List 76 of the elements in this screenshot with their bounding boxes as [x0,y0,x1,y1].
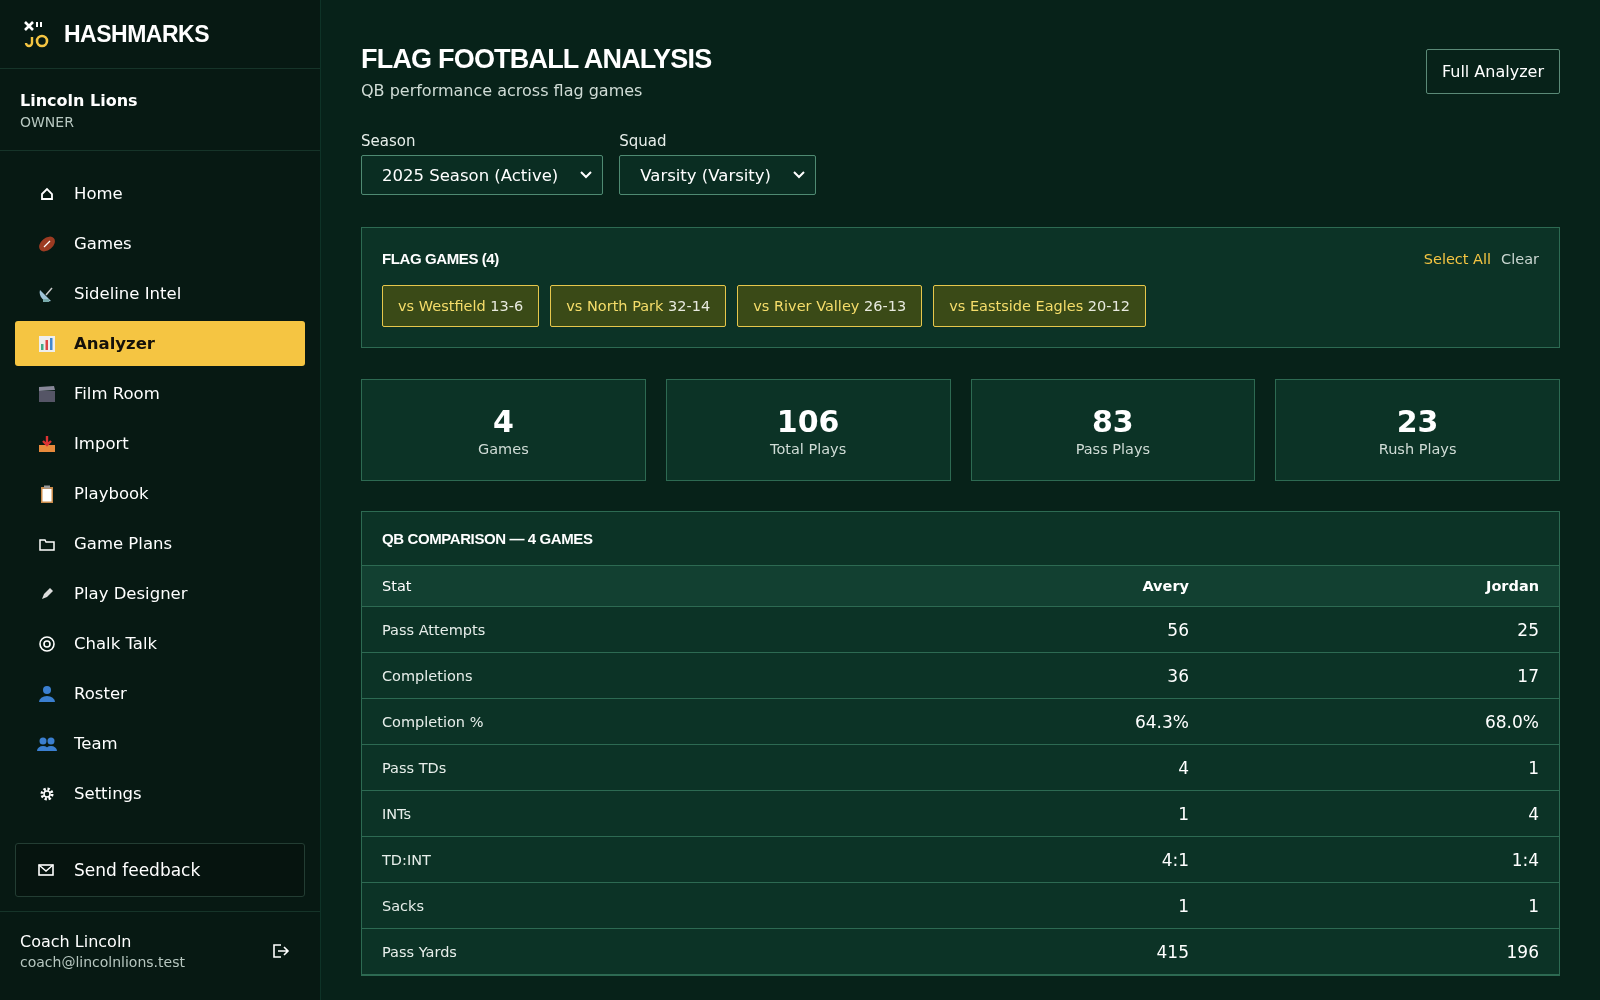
nav-item[interactable]: Playbook [15,471,305,516]
nav-item[interactable]: Import [15,421,305,466]
panel-title: FLAG GAMES (4) [382,250,499,267]
user-name: Coach Lincoln [20,932,133,951]
nav-item[interactable]: Chalk Talk [15,621,305,666]
nav-item[interactable]: Settings [15,771,305,816]
full-analyzer-button[interactable]: Full Analyzer [1425,49,1560,94]
game-chip[interactable]: vs River Valley 26-13 [737,285,923,327]
select-all-link[interactable]: Select All [1423,250,1492,267]
nav-item[interactable]: Games [15,221,305,266]
table-cell-text: 25 [1516,619,1539,640]
stat-value: 23 [1396,403,1439,439]
stat-value: 4 [492,403,514,439]
table-cell-text: INTs [382,805,413,822]
stat-label: Pass Plays [1075,440,1151,457]
column-header: Jordan [1484,578,1539,594]
filter-label: Squad [619,132,668,150]
person-icon [37,683,57,704]
table-cell-text: Pass Attempts [382,621,487,638]
tray-icon [37,433,57,454]
table-cell-text: 17 [1516,665,1539,686]
page-subtitle: QB performance across flag games [361,81,644,100]
table-cell-text: Pass Yards [382,943,458,960]
table-cell-text: 1 [1527,757,1539,778]
stat-value: 106 [776,403,840,439]
nav-item[interactable]: Team [15,721,305,766]
table-cell-text: Completion % [382,713,485,730]
game-chip[interactable]: vs Westfield 13-6 [382,285,540,327]
column-header: Avery [1141,578,1189,594]
table-cell-text: 1 [1177,803,1189,824]
table-cell-text: TD:INT [382,851,432,868]
table-cell-text: 1:4 [1510,849,1539,870]
table-cell-text: 4 [1177,757,1189,778]
user-email: coach@lincolnlions.test [20,954,185,970]
nav-item[interactable]: Play Designer [15,571,305,616]
table-cell-text: 4:1 [1160,849,1189,870]
table-cell-text: 64.3% [1134,711,1189,732]
clear-link[interactable]: Clear [1501,250,1539,267]
chart-icon [37,333,57,354]
nav-item[interactable]: Film Room [15,371,305,416]
game-chip[interactable]: vs Eastside Eagles 20-12 [933,285,1146,327]
stat-label: Rush Plays [1378,440,1457,457]
table-cell-text: Pass TDs [382,759,448,776]
chevron-down-icon [580,171,593,179]
select-dropdown[interactable]: 2025 Season (Active) [361,155,604,195]
filter-label: Season [361,132,417,150]
nav-item[interactable]: Sideline Intel [15,271,305,316]
table-cell-text: 68.0% [1484,711,1539,732]
table-cell-text: 1 [1527,895,1539,916]
nav-item[interactable]: Home [15,171,305,216]
table-cell-text: 196 [1505,941,1539,962]
table-cell-text: 1 [1177,895,1189,916]
table-cell-text: 56 [1166,619,1189,640]
game-chip[interactable]: vs North Park 32-14 [550,285,727,327]
brand-name: HASHMARKS [64,20,209,48]
table-cell-text: 36 [1166,665,1189,686]
chevron-down-icon [793,171,806,179]
stat-label: Games [478,440,529,457]
column-header: Stat [382,578,413,594]
feedback-button[interactable]: Send feedback [15,843,305,897]
stat-label: Total Plays [770,440,847,457]
table-cell-text: 415 [1155,941,1189,962]
select-dropdown[interactable]: Varsity (Varsity) [619,155,817,195]
nav-item[interactable]: Analyzer [15,321,305,366]
table-cell-text: Completions [382,667,474,684]
logout-icon[interactable] [270,941,290,961]
table-cell-text: Sacks [382,897,425,914]
team-role: OWNER [20,114,75,130]
stat-value: 83 [1092,403,1134,439]
table-cell-text: 4 [1527,803,1539,824]
page-title: FLAG FOOTBALL ANALYSIS [361,44,712,75]
nav-item[interactable]: Game Plans [15,521,305,566]
nav-item[interactable]: Roster [15,671,305,716]
team-name: Lincoln Lions [20,91,139,110]
target-icon [37,633,57,654]
envelope-icon [38,864,54,876]
